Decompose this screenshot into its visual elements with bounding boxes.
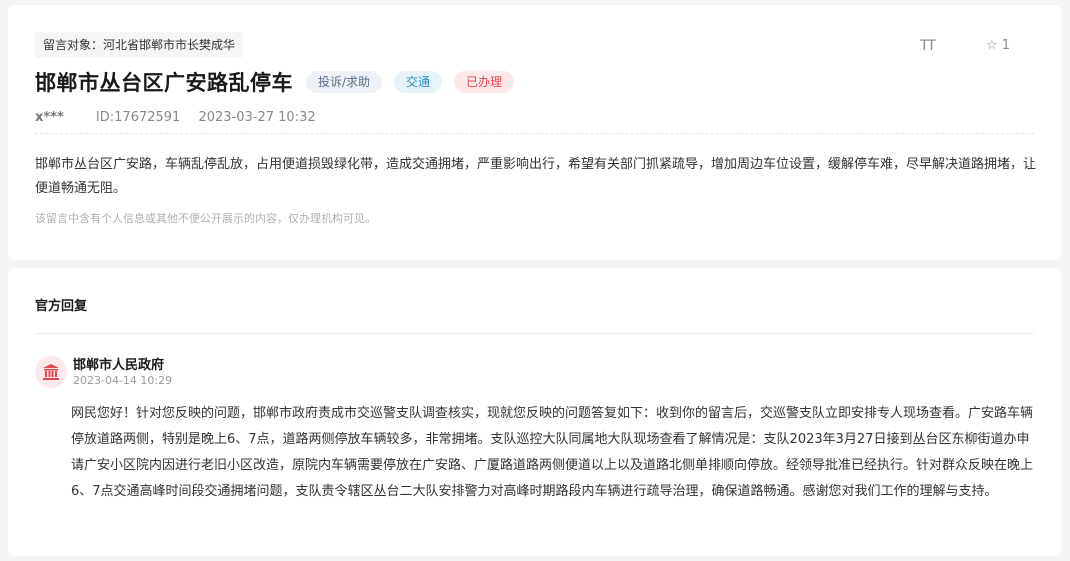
government-building-icon [35,356,67,388]
reply-date: 2023-04-14 10:29 [73,374,173,387]
font-size-icon[interactable]: TT [920,38,936,54]
tag-category: 交通 [394,71,443,93]
message-id: ID:17672591 [95,110,181,125]
message-user: x*** [35,110,64,125]
reply-org-name: 邯郸市人民政府 [73,358,165,373]
star-count: 1 [1001,38,1011,53]
reply-card: 官方回复 邯郸市人民政府 2023-04-14 10:29 网民您好！针对您反映… [8,268,1061,556]
status-badge: 已办理 [454,71,515,93]
tag-type: 投诉/求助 [306,71,383,93]
message-tags: 投诉/求助 交通 已办理 [306,71,515,93]
message-meta: x*** ID:17672591 2023-03-27 10:32 [35,110,316,125]
reply-text: 网民您好！针对您反映的问题，邯郸市政府责成市交巡警支队调查核实，现就您反映的问题… [71,406,1034,499]
reply-divider [35,333,1034,334]
message-title: 邯郸市丛台区广安路乱停车 [35,71,293,95]
message-card: 留言对象：河北省邯郸市市长樊成华 TT ☆ 1 邯郸市丛台区广安路乱停车 投诉/… [8,5,1061,260]
font-size-label: TT [920,38,936,54]
message-content: 邯郸市丛台区广安路，车辆乱停乱放，占用便道损毁绿化带，造成交通拥堵，严重影响出行… [35,157,1037,196]
reply-heading: 官方回复 [35,299,88,314]
favorite-button[interactable]: ☆ 1 [986,38,1010,53]
message-divider [35,133,1034,134]
message-datetime: 2023-03-27 10:32 [198,110,316,125]
privacy-note: 该留言中含有个人信息或其他不便公开展示的内容，仅办理机构可见。 [35,212,376,225]
message-target: 留言对象：河北省邯郸市市长樊成华 [35,32,244,58]
star-icon: ☆ [986,38,998,53]
